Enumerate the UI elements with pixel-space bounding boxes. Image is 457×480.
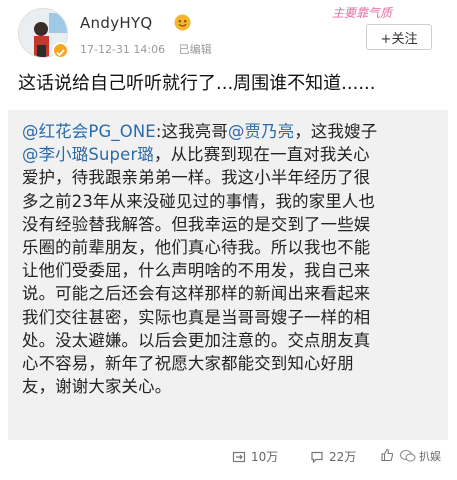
- quoted-line: 没有经验替我解答。但我幸运的是交到了一些娱: [22, 213, 438, 236]
- repost-button[interactable]: 10万: [232, 448, 278, 465]
- mention-link[interactable]: @李小璐Super璐: [22, 145, 154, 164]
- repost-icon: [232, 451, 246, 462]
- edited-label: 已编辑: [178, 43, 212, 56]
- member-icon: [174, 14, 191, 31]
- watermark-text: 扒娱: [419, 450, 441, 463]
- comment-count: 22万: [329, 450, 357, 464]
- mention-link[interactable]: @红花会PG_ONE: [22, 122, 156, 141]
- quoted-text-segment: 处。没太避嫌。以后会更加注意的。交点朋友真: [22, 330, 371, 350]
- repost-count: 10万: [251, 450, 279, 464]
- post-caption: 这话说给自己听听就行了...周围谁不知道......: [18, 73, 376, 94]
- quoted-text-segment: 爱护，待我跟亲弟弟一样。我这小半年经历了很: [22, 168, 371, 188]
- quoted-text-segment: ，这我嫂子: [294, 122, 378, 141]
- quoted-line: 让他们受委屈，什么声明啥的不用发，我自己来: [22, 259, 438, 282]
- quoted-text-segment: 友，谢谢大家关心。: [22, 377, 172, 397]
- watermark-tag: 主要靠气质: [332, 6, 393, 20]
- thumbs-up-icon: [381, 448, 394, 462]
- quoted-line: 我们交往甚密，实际也真是当哥哥嫂子一样的相: [22, 306, 438, 329]
- like-button[interactable]: [380, 448, 399, 462]
- quoted-line: 乐圈的前辈朋友，他们真心待我。所以我也不能: [22, 236, 438, 259]
- action-bar: 10万 22万: [0, 442, 457, 472]
- post-header: AndyHYQ 17-12-31 14:06 已编辑 主要靠气质 +关注: [0, 0, 457, 62]
- quoted-text-segment: 心不容易，新年了祝愿大家都能交到知心好朋: [22, 354, 354, 374]
- comment-icon: [311, 451, 323, 463]
- comment-button[interactable]: 22万: [310, 448, 356, 465]
- quoted-text-segment: :这我亮哥: [155, 122, 228, 141]
- quoted-text-segment: 我们交往甚密，实际也真是当哥哥嫂子一样的相: [22, 307, 371, 327]
- quoted-text-segment: 乐圈的前辈朋友，他们真心待我。所以我也不能: [22, 238, 371, 258]
- mention-link[interactable]: @贾乃亮: [228, 122, 294, 141]
- quoted-text-segment: 让他们受委屈，什么声明啥的不用发，我自己来: [22, 261, 371, 281]
- quoted-line: 说。可能之后还会有这样那样的新闻出来看起来: [22, 282, 438, 305]
- quoted-text-segment: 多之前23年从来没碰见过的事情，我的家里人也: [22, 191, 376, 211]
- username[interactable]: AndyHYQ: [80, 14, 153, 32]
- quoted-text-segment: 说。可能之后还会有这样那样的新闻出来看起来: [22, 284, 371, 304]
- quoted-line: 心不容易，新年了祝愿大家都能交到知心好朋: [22, 352, 438, 375]
- quoted-line: @红花会PG_ONE:这我亮哥@贾乃亮，这我嫂子: [22, 120, 438, 143]
- quoted-text-segment: 没有经验替我解答。但我幸运的是交到了一些娱: [22, 214, 371, 234]
- follow-button[interactable]: +关注: [366, 24, 432, 50]
- quoted-line: @李小璐Super璐，从比赛到现在一直对我关心: [22, 143, 438, 166]
- quoted-post-text: @红花会PG_ONE:这我亮哥@贾乃亮，这我嫂子 @李小璐Super璐，从比赛到现…: [22, 120, 438, 398]
- post-meta: 17-12-31 14:06 已编辑: [80, 41, 222, 57]
- verified-icon: [52, 42, 69, 59]
- quoted-line: 爱护，待我跟亲弟弟一样。我这小半年经历了很: [22, 166, 438, 189]
- quoted-line: 处。没太避嫌。以后会更加注意的。交点朋友真: [22, 329, 438, 352]
- wechat-icon: [400, 450, 416, 462]
- quoted-post[interactable]: @红花会PG_ONE:这我亮哥@贾乃亮，这我嫂子 @李小璐Super璐，从比赛到现…: [8, 110, 448, 440]
- quoted-text-segment: ，从比赛到现在一直对我关心: [153, 145, 370, 165]
- watermark-logo: 扒娱: [400, 448, 441, 464]
- quoted-line: 友，谢谢大家关心。: [22, 375, 438, 398]
- quoted-line: 多之前23年从来没碰见过的事情，我的家里人也: [22, 190, 438, 213]
- post-timestamp: 17-12-31 14:06: [80, 43, 166, 56]
